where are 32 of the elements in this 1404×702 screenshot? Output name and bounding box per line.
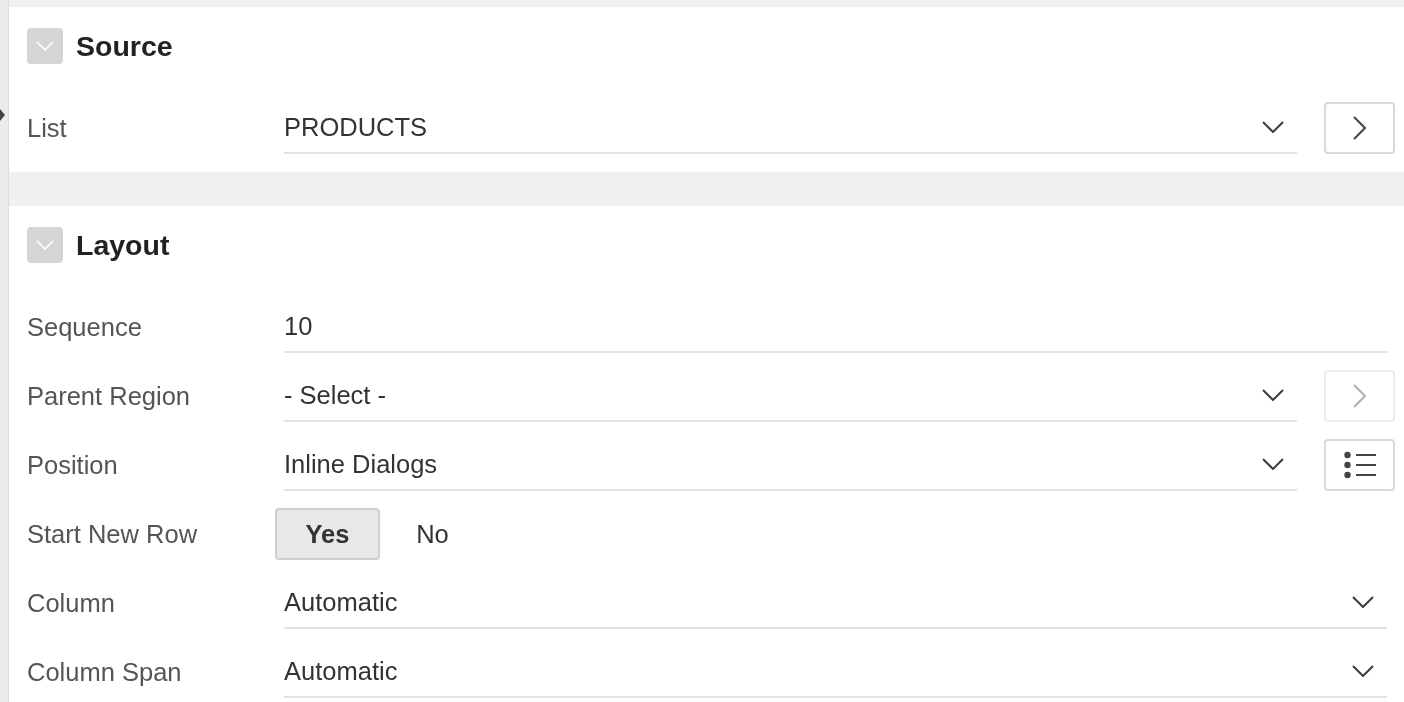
toggle-option[interactable]: No — [416, 518, 449, 550]
chevron-down-icon — [36, 41, 54, 51]
select-field[interactable]: PRODUCTS — [284, 102, 1297, 154]
field-label: Start New Row — [27, 519, 199, 549]
collapse-toggle[interactable] — [27, 28, 63, 64]
section-title: Layout — [76, 228, 170, 262]
list-icon — [1343, 451, 1376, 479]
select-field[interactable]: Inline Dialogs — [284, 439, 1297, 491]
chevron-right-icon — [1353, 384, 1366, 408]
chevron-down-icon — [1352, 665, 1374, 677]
field-label: Column — [27, 588, 116, 618]
select-field[interactable]: Automatic — [284, 577, 1387, 629]
chevron-down-icon — [1262, 121, 1284, 133]
field-label: Position — [27, 450, 119, 480]
select-field[interactable]: Automatic — [284, 646, 1387, 698]
field-label: List — [27, 113, 68, 143]
list-button[interactable] — [1324, 439, 1395, 491]
chevron-down-icon — [36, 240, 54, 250]
toggle-option[interactable]: Yes — [275, 508, 380, 560]
chevron-down-icon — [1352, 596, 1374, 608]
caret-icon — [0, 109, 5, 121]
text-field[interactable]: 10 — [284, 301, 1387, 353]
chevron-right-icon — [1353, 116, 1366, 140]
section-title: Source — [76, 29, 173, 63]
chevron-down-icon — [1262, 458, 1284, 470]
chevron-down-icon — [1262, 389, 1284, 401]
collapse-toggle[interactable] — [27, 227, 63, 263]
navigate-button[interactable] — [1324, 102, 1395, 154]
field-label: Sequence — [27, 312, 143, 342]
select-field[interactable]: - Select - — [284, 370, 1297, 422]
field-label: Column Span — [27, 657, 183, 687]
field-label: Parent Region — [27, 381, 192, 411]
